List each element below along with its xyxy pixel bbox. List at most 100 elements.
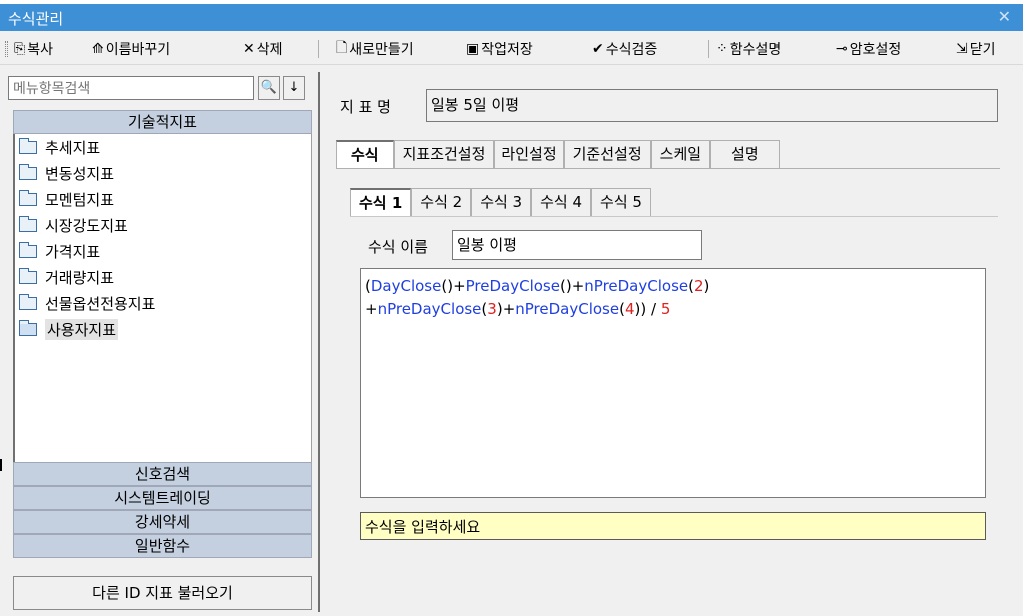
tab-description[interactable]: 설명	[710, 140, 780, 168]
formula-operator: ()	[559, 277, 572, 295]
password-button[interactable]: ⊸ 암호설정	[836, 39, 901, 59]
tab-formula-3[interactable]: 수식 3	[471, 188, 532, 216]
indicator-name-field[interactable]: 일봉 5일 이평	[426, 89, 998, 122]
check-icon: ✔	[592, 41, 604, 57]
formula-editor[interactable]: (DayClose()+PreDayClose()+nPreDayClose(2…	[360, 268, 986, 498]
tab-scale[interactable]: 스케일	[650, 140, 711, 168]
formula-function: PreDayClose	[465, 277, 560, 295]
tree-item[interactable]: 추세지표	[19, 136, 100, 158]
exit-button[interactable]: ⇲ 닫기	[956, 39, 996, 59]
formula-name-field[interactable]: 일봉 이평	[452, 230, 702, 260]
title-bar: 수식관리 ✕	[0, 4, 1023, 31]
new-button[interactable]: 🗋 새로만들기	[336, 39, 414, 59]
formula-number: 5	[660, 300, 671, 318]
tree-item-selected[interactable]: 사용자지표	[19, 318, 119, 340]
search-input[interactable]	[8, 76, 254, 100]
folder-icon	[19, 267, 37, 284]
folder-icon	[19, 293, 37, 310]
exit-icon: ⇲	[956, 41, 968, 57]
verify-button[interactable]: ✔ 수식검증	[592, 39, 657, 59]
exit-label: 닫기	[969, 42, 996, 58]
new-document-icon: 🗋	[336, 40, 348, 56]
tab-baseline-settings[interactable]: 기준선설정	[563, 140, 651, 168]
indicator-name-label: 지 표 명	[340, 98, 391, 116]
delete-icon: ✕	[243, 41, 255, 57]
tab-formula[interactable]: 수식	[336, 140, 394, 168]
formula-number: 4	[624, 300, 635, 318]
left-panel: 🔍 ↓ 기술적지표 추세지표 변동성지표 모멘텀지표 시장강도지표 가격지표 거…	[4, 72, 312, 612]
formula-tab-divider	[350, 216, 998, 217]
tab-formula-2[interactable]: 수식 2	[411, 188, 472, 216]
load-other-id-button[interactable]: 다른 ID 지표 불러오기	[13, 576, 312, 610]
key-icon: ⊸	[836, 41, 848, 57]
section-signal-search[interactable]: 신호검색	[13, 462, 312, 486]
tab-formula-5[interactable]: 수식 5	[591, 188, 651, 216]
formula-function: DayClose	[370, 277, 442, 295]
formula-operator: +	[571, 277, 585, 295]
toolbar-separator	[708, 40, 709, 58]
section-bull-bear[interactable]: 강세약세	[13, 510, 312, 534]
save-icon: ▣	[466, 41, 480, 57]
tree-item[interactable]: 모멘텀지표	[19, 188, 114, 210]
formula-function: nPreDayClose	[515, 300, 620, 318]
toolbar: ⎘ 복사 ⟰ 이름바꾸기 ✕ 삭제 🗋 새로만들기 ▣ 작업저장 ✔ 수식검증 …	[0, 31, 1023, 65]
edge-mark	[0, 459, 2, 471]
window-title: 수식관리	[8, 10, 64, 28]
rename-label: 이름바꾸기	[105, 42, 171, 58]
copy-button[interactable]: ⎘ 복사	[14, 39, 53, 59]
folder-icon	[19, 241, 37, 258]
folder-icon	[19, 163, 37, 180]
formula-line: (DayClose()+PreDayClose()+nPreDayClose(2…	[365, 275, 981, 298]
tree-item-label: 추세지표	[45, 138, 101, 157]
tree-item-label: 모멘텀지표	[45, 190, 115, 209]
tab-divider	[336, 168, 1000, 169]
main-tabs: 수식 지표조건설정 라인설정 기준선설정 스케일 설명	[336, 140, 780, 168]
tree-header-technical[interactable]: 기술적지표	[13, 110, 312, 134]
tree-item[interactable]: 시장강도지표	[19, 214, 128, 236]
formula-operator: ()	[441, 277, 454, 295]
magic-wand-icon: ⁘	[716, 41, 728, 57]
right-panel: 지 표 명 일봉 5일 이평 수식 지표조건설정 라인설정 기준선설정 스케일 …	[318, 72, 1016, 612]
delete-button[interactable]: ✕ 삭제	[243, 39, 283, 59]
tab-indicator-conditions[interactable]: 지표조건설정	[393, 140, 495, 168]
section-system-trading[interactable]: 시스템트레이딩	[13, 486, 312, 510]
tree-item-label: 사용자지표	[45, 318, 119, 340]
tree-item-label: 시장강도지표	[45, 216, 128, 235]
formula-operator: ) /	[640, 300, 661, 318]
formula-line: +nPreDayClose(3)+nPreDayClose(4)) / 5	[365, 298, 981, 321]
arrow-down-icon[interactable]: ↓	[283, 76, 305, 100]
copy-icon: ⎘	[14, 41, 26, 57]
tree-item[interactable]: 가격지표	[19, 240, 100, 262]
formula-number: 2	[693, 277, 704, 295]
tab-formula-1[interactable]: 수식 1	[350, 188, 412, 216]
close-icon[interactable]: ✕	[998, 7, 1011, 26]
new-label: 새로만들기	[349, 42, 414, 58]
tree-item[interactable]: 선물옵션전용지표	[19, 292, 155, 314]
tab-formula-4[interactable]: 수식 4	[531, 188, 592, 216]
formula-operator: )	[703, 277, 710, 295]
formula-number: 3	[487, 300, 497, 318]
rename-button[interactable]: ⟰ 이름바꾸기	[92, 39, 170, 59]
search-icon[interactable]: 🔍	[258, 76, 280, 100]
tree-item[interactable]: 변동성지표	[19, 162, 114, 184]
formula-name-label: 수식 이름	[368, 238, 428, 256]
tree-item[interactable]: 거래량지표	[19, 266, 114, 288]
tab-line-settings[interactable]: 라인설정	[494, 140, 564, 168]
folder-icon	[19, 215, 37, 232]
password-label: 암호설정	[849, 42, 902, 58]
formula-operator: +	[365, 300, 378, 318]
toolbar-separator	[318, 40, 319, 58]
folder-icon	[19, 189, 37, 206]
section-general-functions[interactable]: 일반함수	[13, 534, 312, 558]
tree-item-label: 가격지표	[45, 242, 101, 261]
open-folder-icon	[19, 319, 37, 336]
folder-icon	[19, 137, 37, 154]
tree-item-label: 변동성지표	[45, 164, 115, 183]
tree-item-label: 거래량지표	[45, 268, 115, 287]
copy-label: 복사	[27, 42, 53, 58]
formula-hint-bar: 수식을 입력하세요	[360, 512, 986, 540]
function-help-button[interactable]: ⁘ 함수설명	[716, 39, 781, 59]
rename-icon: ⟰	[92, 41, 104, 57]
save-button[interactable]: ▣ 작업저장	[466, 39, 533, 59]
formula-operator: +	[502, 300, 516, 318]
